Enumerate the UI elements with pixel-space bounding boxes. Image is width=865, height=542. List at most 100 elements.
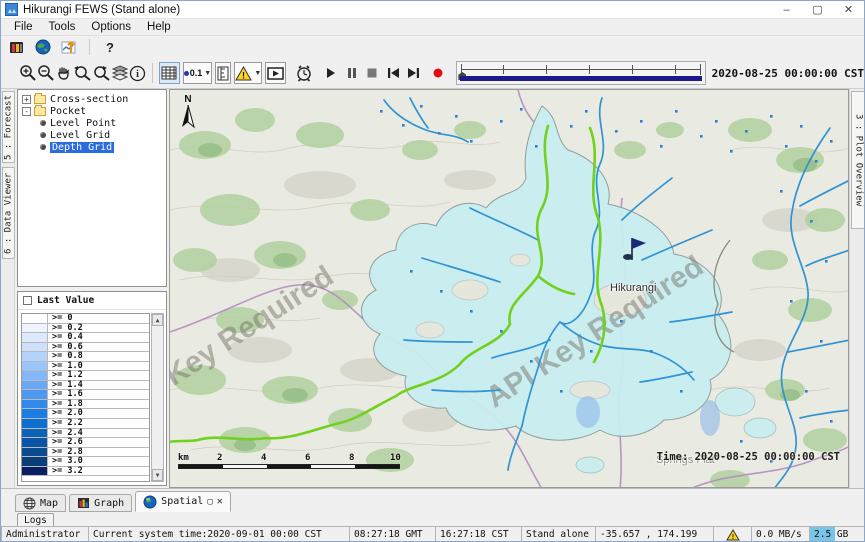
tab-data-viewer[interactable]: 6 : Data Viewer [2, 167, 15, 259]
collapse-icon[interactable]: - [22, 107, 31, 116]
tree-leaf-depth-grid[interactable]: Depth Grid [18, 141, 166, 153]
svg-text:!: ! [242, 70, 245, 80]
status-warning-cell[interactable]: ! [714, 526, 752, 542]
tree-leaf-level-point[interactable]: Level Point [18, 117, 166, 129]
legend-color-swatch [22, 429, 48, 438]
scroll-down-icon[interactable]: ▼ [152, 469, 163, 481]
tree-node-cross-section[interactable]: + Cross-section [18, 93, 166, 105]
skip-to-end-button[interactable] [405, 62, 422, 84]
skip-to-start-button[interactable] [385, 62, 402, 84]
legend-color-swatch [22, 371, 48, 380]
play-button[interactable] [323, 62, 340, 84]
svg-text:i: i [136, 69, 139, 80]
legend-scrollbar[interactable]: ▲ ▼ [151, 313, 164, 482]
map-viewport[interactable]: API Key Required API Key Required [169, 89, 849, 488]
close-tab-icon[interactable]: ✕ [217, 496, 223, 507]
stop-button[interactable] [364, 62, 381, 84]
legend-row: >= 0.6 [22, 343, 149, 353]
last-value-checkbox[interactable] [23, 296, 32, 305]
legend-color-swatch [22, 362, 48, 371]
scroll-up-icon[interactable]: ▲ [152, 314, 163, 326]
tab-forecast[interactable]: 5 : Forecast [2, 91, 15, 163]
status-bar: Administrator Current system time:2020-0… [1, 526, 865, 542]
wireframe-globe-icon [23, 497, 36, 510]
legend-label: >= 1.2 [48, 371, 149, 380]
animation-button[interactable] [265, 62, 286, 84]
time-slider[interactable] [456, 61, 705, 85]
legend-label: >= 2.4 [48, 429, 149, 438]
legend-panel: Last Value >= 0 >= 0.2 [17, 291, 167, 486]
info-icon[interactable]: i [129, 62, 146, 84]
menu-item[interactable]: Options [84, 20, 138, 34]
tab-spatial[interactable]: Spatial ▢ ✕ [135, 491, 231, 512]
close-button[interactable]: ✕ [833, 1, 864, 18]
pause-button[interactable] [344, 62, 361, 84]
legend-row: >= 1.6 [22, 390, 149, 400]
expand-icon[interactable]: + [22, 95, 31, 104]
tree-node-label[interactable]: Pocket [50, 106, 86, 117]
help-button[interactable]: ? [100, 38, 120, 57]
legend-row: >= 0.8 [22, 352, 149, 362]
pan-hand-icon[interactable] [55, 62, 73, 84]
zoom-previous-icon[interactable] [73, 62, 92, 84]
zoom-next-icon[interactable] [92, 62, 111, 84]
undock-icon[interactable]: ▢ [207, 497, 212, 507]
bar-chart-icon [77, 497, 90, 509]
menu-item[interactable]: Help [140, 20, 178, 34]
class-interval-dropdown[interactable]: 0.1 ▼ [183, 62, 212, 84]
tab-map[interactable]: Map [15, 494, 66, 512]
database-icon[interactable] [7, 38, 27, 57]
legend-color-swatch [22, 448, 48, 457]
legend-color-swatch [22, 390, 48, 399]
status-network-speed: 0.0 MB/s [752, 526, 810, 542]
bottom-bar: Map Graph Spatial ▢ ✕ Logs [1, 488, 865, 526]
globe-icon[interactable] [33, 38, 53, 57]
menu-item[interactable]: File [7, 20, 40, 34]
legend-row: >= 0.2 [22, 324, 149, 334]
minimize-button[interactable]: – [771, 1, 802, 18]
grid-toggle-button[interactable] [159, 62, 180, 84]
current-datetime: 2020-08-25 00:00:00 CST [712, 67, 864, 80]
timeseries-chart-icon[interactable] [59, 38, 79, 57]
app-icon [5, 3, 18, 16]
legend-label: >= 2.6 [48, 438, 149, 447]
legend-color-swatch [22, 314, 48, 323]
legend-color-swatch [22, 352, 48, 361]
tree-leaf-label[interactable]: Level Point [50, 118, 116, 129]
tree-node-label[interactable]: Cross-section [50, 94, 128, 105]
tree-leaf-label-selected[interactable]: Depth Grid [50, 142, 114, 153]
map-canvas: API Key Required API Key Required [170, 90, 849, 488]
last-value-label: Last Value [37, 295, 94, 306]
place-label-hikurangi: Hikurangi [610, 282, 656, 294]
timer-icon[interactable] [295, 62, 313, 84]
legend-color-swatch [22, 343, 48, 352]
toolbar-separator [152, 63, 153, 83]
layers-panel: + Cross-section - Pocket Level Point Lev… [15, 89, 169, 488]
zoom-out-icon[interactable] [37, 62, 55, 84]
tab-plot-overview[interactable]: 3 : Plot Overview [851, 91, 865, 229]
status-system-time: Current system time:2020-09-01 00:00 CST [89, 526, 350, 542]
zoom-in-icon[interactable] [19, 62, 37, 84]
warning-threshold-dropdown[interactable]: ! ▼ [234, 62, 262, 84]
legend-row: >= 1.8 [22, 400, 149, 410]
legend-label: >= 2.8 [48, 448, 149, 457]
tree-leaf-label[interactable]: Level Grid [50, 130, 110, 141]
record-button[interactable] [430, 62, 447, 84]
legend-row: >= 1.2 [22, 371, 149, 381]
legend-color-swatch [22, 457, 48, 466]
legend-label: >= 1.8 [48, 400, 149, 409]
legend-label: >= 0 [48, 314, 149, 323]
tree-leaf-level-grid[interactable]: Level Grid [18, 129, 166, 141]
menu-item[interactable]: Tools [42, 20, 83, 34]
maximize-button[interactable]: ▢ [802, 1, 833, 18]
legend-row: >= 3.0 [22, 457, 149, 467]
legend-row: >= 2.4 [22, 429, 149, 439]
tab-graph[interactable]: Graph [69, 494, 132, 512]
legend-label: >= 0.4 [48, 333, 149, 342]
legend-table: >= 0 >= 0.2 >= 0.4 [21, 313, 150, 482]
layers-icon[interactable] [111, 62, 129, 84]
legend-label: >= 1.0 [48, 362, 149, 371]
elevation-scale-button[interactable] [215, 62, 231, 84]
tree-node-pocket[interactable]: - Pocket [18, 105, 166, 117]
legend-color-swatch [22, 467, 48, 476]
